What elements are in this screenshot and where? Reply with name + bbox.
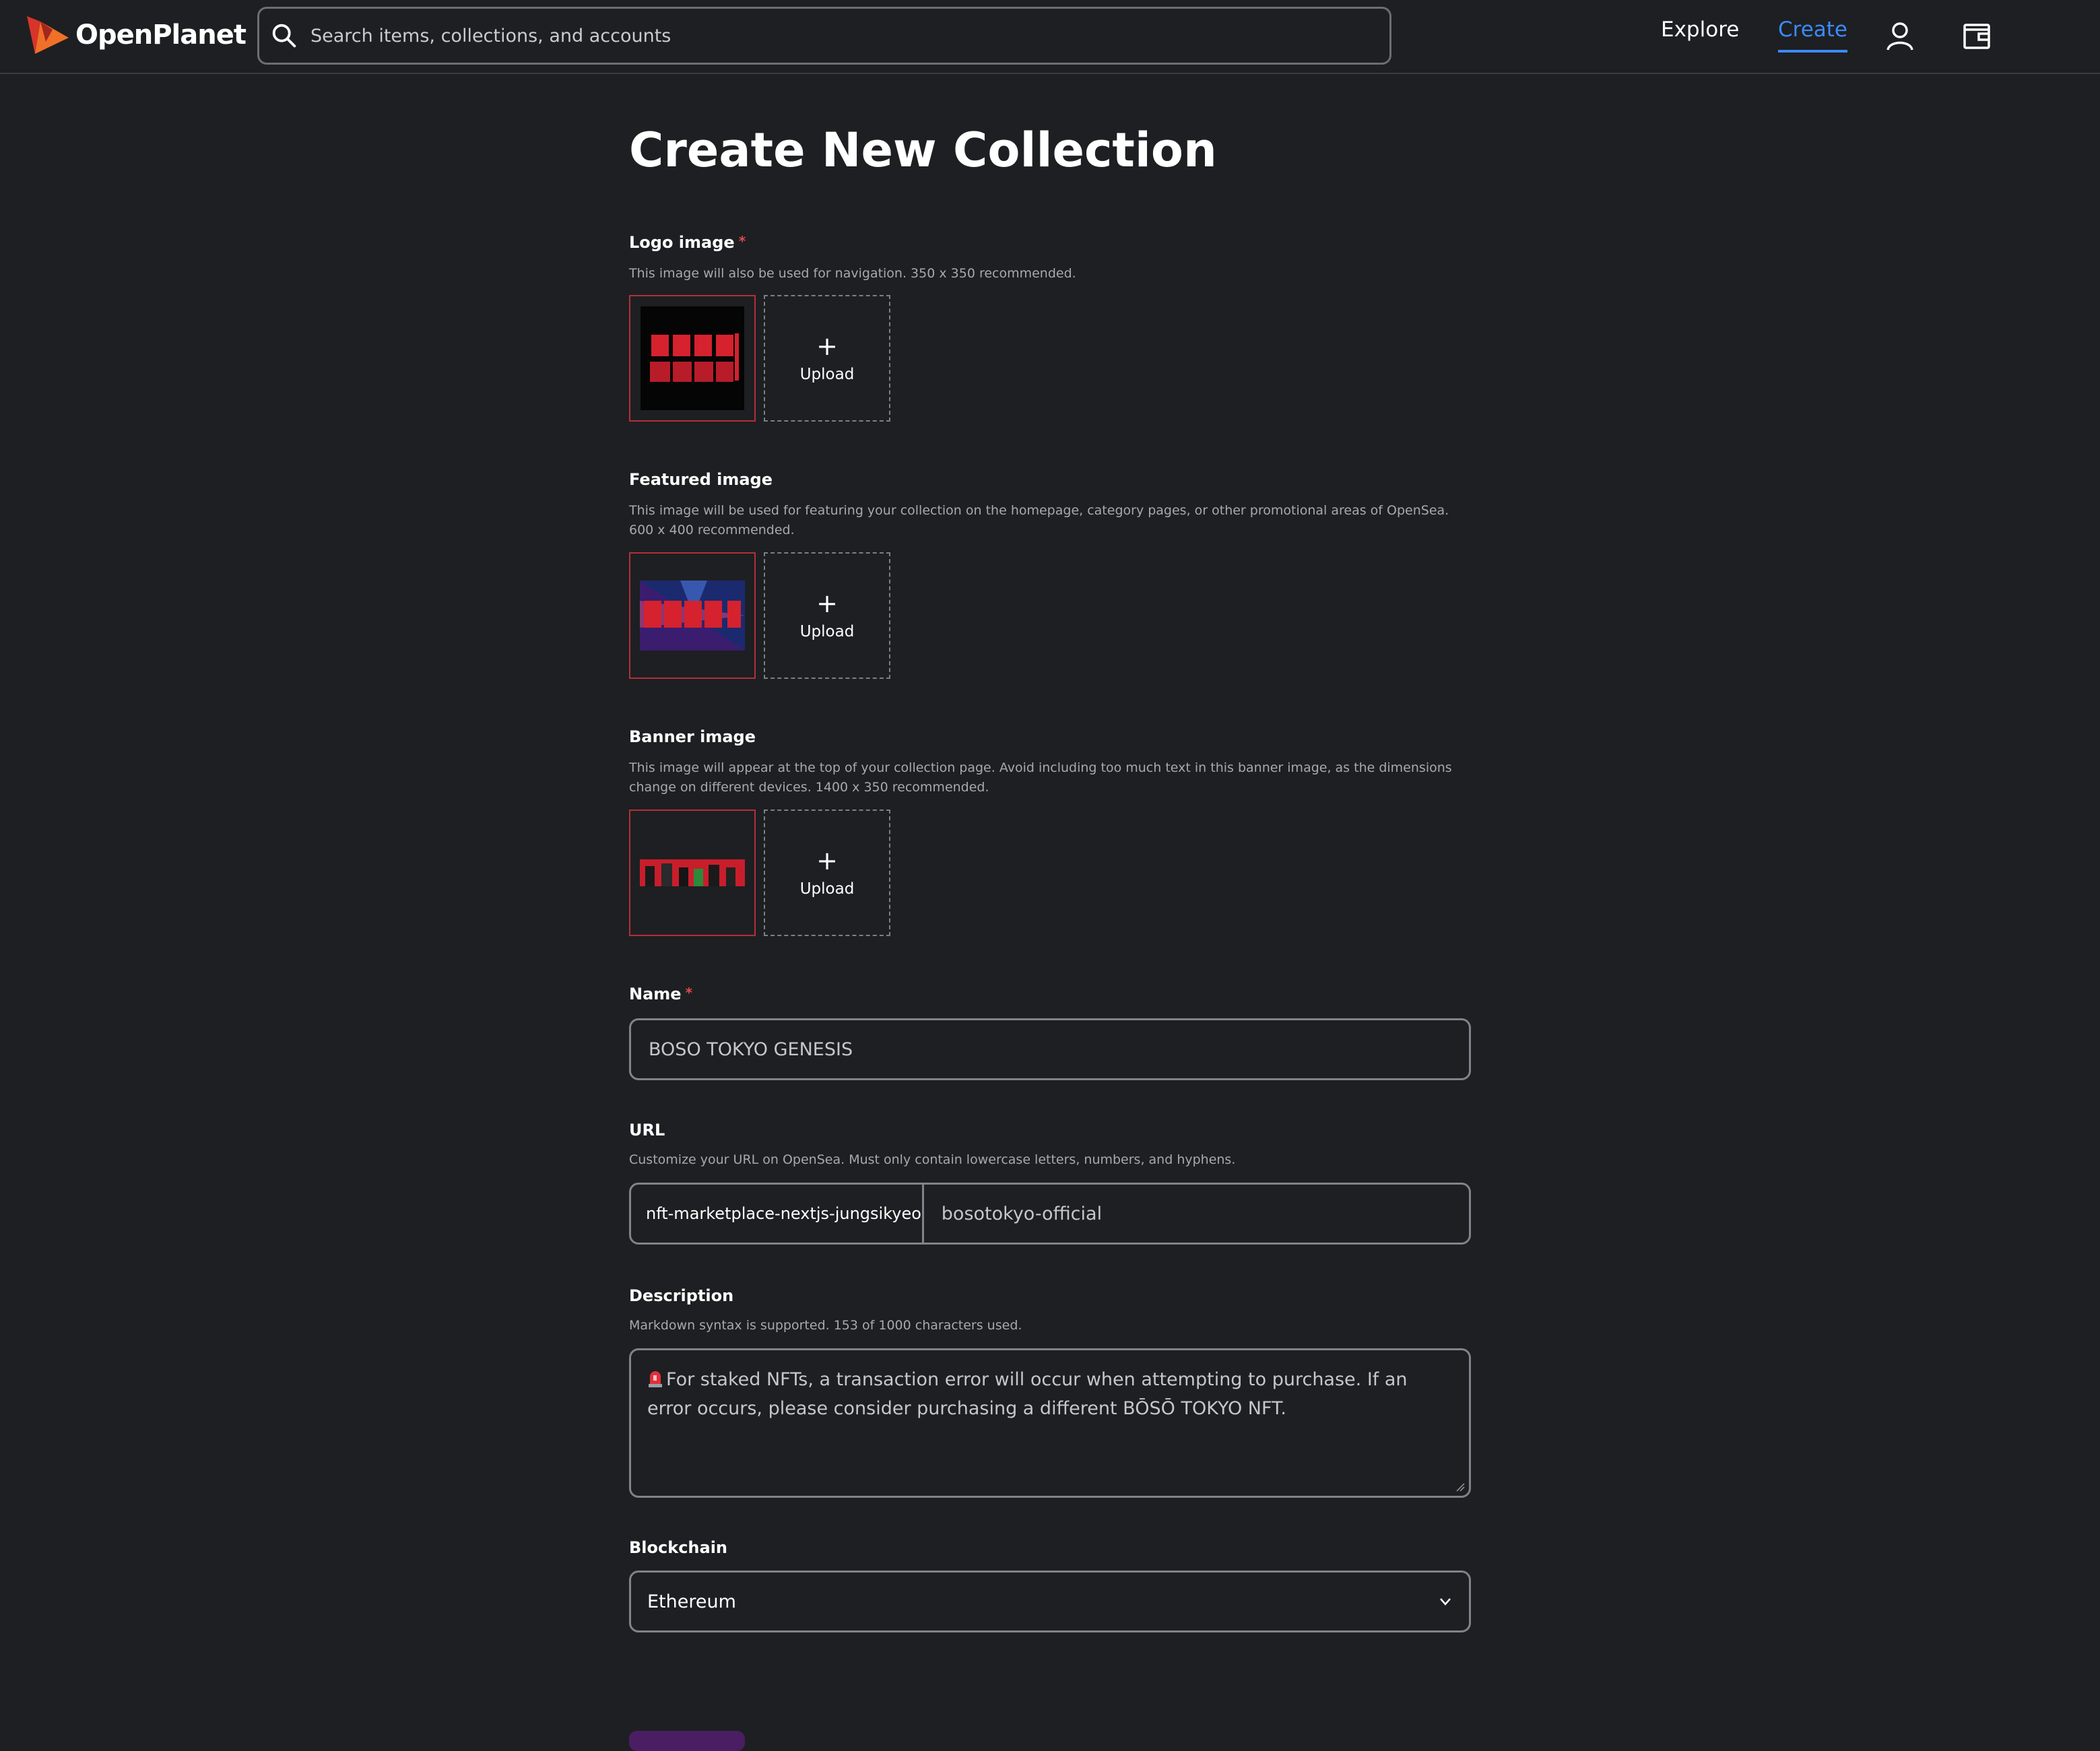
logo-upload-button[interactable]: + Upload [764,295,890,422]
name-label: Name * [629,985,692,1003]
url-prefix: nft-marketplace-nextjs-jungsikyeo.vercel… [631,1185,924,1243]
banner-image-hint: This image will appear at the top of you… [629,760,1452,795]
plus-icon: + [816,331,838,361]
required-marker: * [738,233,746,249]
url-slug-input[interactable] [940,1202,1469,1225]
featured-upload-button[interactable]: + Upload [764,552,890,679]
banner-image-preview[interactable] [629,810,756,936]
blockchain-label: Blockchain [629,1538,728,1557]
top-nav-bar: OpenPlanet Explore Create [0,0,2100,74]
chevron-down-icon [1440,1598,1451,1606]
url-field[interactable]: nft-marketplace-nextjs-jungsikyeo.vercel… [629,1183,1471,1245]
plus-icon: + [816,589,838,618]
nav-explore-link[interactable]: Explore [1661,18,1739,42]
wallet-icon[interactable] [1961,20,1992,51]
search-input[interactable] [309,24,1363,47]
search-bar[interactable] [257,7,1391,65]
search-icon [272,24,296,48]
logo-image-preview[interactable] [629,295,756,422]
brand-name: OpenPlanet [75,20,247,51]
description-label: Description [629,1286,734,1305]
blockchain-selected-value: Ethereum [647,1591,736,1612]
name-field[interactable] [629,1018,1471,1080]
blockchain-select[interactable]: Ethereum [629,1571,1471,1632]
description-text: For staked NFTs, a transaction error wil… [647,1369,1408,1419]
name-label-text: Name [629,985,682,1003]
featured-image-label: Featured image [629,470,773,489]
nav-create-link[interactable]: Create [1778,18,1848,53]
logo-image-label: Logo image * [629,233,746,252]
featured-image-preview[interactable] [629,552,756,679]
name-input[interactable] [647,1038,1445,1061]
openplanet-logo-icon [27,16,69,54]
upload-label: Upload [799,366,855,383]
required-marker: * [685,985,693,1001]
upload-label: Upload [799,623,855,640]
brand-logo[interactable]: OpenPlanet [26,13,247,57]
banner-upload-button[interactable]: + Upload [764,810,890,936]
url-hint: Customize your URL on OpenSea. Must only… [629,1152,1236,1167]
banner-image-label: Banner image [629,727,756,746]
description-textarea[interactable]: For staked NFTs, a transaction error wil… [629,1348,1471,1498]
featured-image-hint: This image will be used for featuring yo… [629,503,1449,537]
plus-icon: + [816,846,838,876]
logo-image-thumbnail [641,306,744,410]
profile-icon[interactable] [1884,20,1915,51]
resize-handle-icon[interactable] [1454,1481,1465,1492]
banner-image-thumbnail [640,859,745,886]
siren-emoji-icon [649,1371,662,1387]
url-label: URL [629,1121,665,1139]
page-title: Create New Collection [629,123,1217,178]
logo-image-label-text: Logo image [629,233,735,252]
create-button[interactable] [629,1731,745,1751]
featured-image-thumbnail [640,581,745,651]
logo-image-hint: This image will also be used for navigat… [629,266,1076,281]
upload-label: Upload [799,880,855,898]
description-hint: Markdown syntax is supported. 153 of 100… [629,1318,1022,1333]
